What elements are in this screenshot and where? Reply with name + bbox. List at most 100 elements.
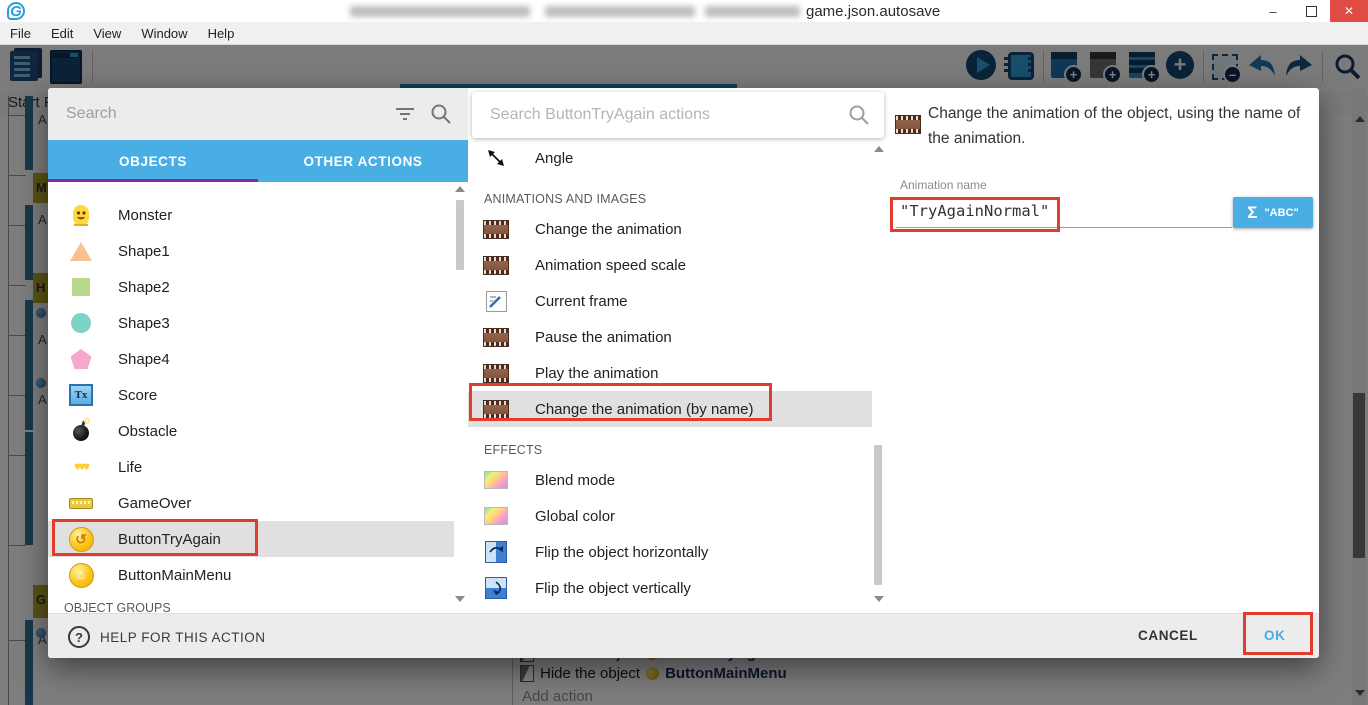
menu-file[interactable]: File: [0, 26, 41, 41]
scroll-up-icon[interactable]: [455, 186, 465, 192]
dialog-footer: ? HELP FOR THIS ACTION CANCEL OK: [48, 613, 1319, 658]
object-groups-header: OBJECT GROUPS: [48, 593, 454, 615]
menu-window[interactable]: Window: [131, 26, 197, 41]
restore-button[interactable]: [1292, 0, 1330, 22]
annotation-box-change-animation-by-name: [469, 383, 772, 421]
object-label: Monster: [118, 207, 172, 224]
object-label: Shape4: [118, 351, 170, 368]
angle-icon: [483, 147, 509, 169]
scroll-down-icon[interactable]: [874, 596, 884, 602]
blurred-title-text: [705, 6, 800, 17]
film-icon: [483, 328, 509, 347]
frame-edit-icon: [483, 291, 509, 312]
cancel-button[interactable]: CANCEL: [1138, 628, 1198, 643]
menu-edit[interactable]: Edit: [41, 26, 83, 41]
choose-action-dialog: OBJECTS OTHER ACTIONS Monster Shape1 Sha…: [48, 88, 1319, 658]
action-row-pause-animation[interactable]: Pause the animation: [468, 319, 872, 355]
text-object-icon: Tx: [68, 384, 94, 406]
pentagon-icon: [68, 349, 94, 369]
tab-objects[interactable]: OBJECTS: [48, 140, 258, 182]
flip-horizontal-icon: [483, 541, 509, 563]
home-button-icon: ⌂: [68, 563, 94, 588]
hearts-icon: ♥♥♥: [68, 461, 94, 473]
object-row-shape2[interactable]: Shape2: [48, 269, 454, 305]
object-label: ButtonMainMenu: [118, 567, 231, 584]
action-row-global-color[interactable]: Global color: [468, 498, 872, 534]
actions-scrollbar-thumb[interactable]: [874, 445, 882, 585]
object-row-gameover[interactable]: GameOver: [48, 485, 454, 521]
object-row-shape1[interactable]: Shape1: [48, 233, 454, 269]
film-icon: [895, 115, 921, 134]
object-row-shape4[interactable]: Shape4: [48, 341, 454, 377]
minimize-button[interactable]: –: [1254, 0, 1292, 22]
scroll-up-icon[interactable]: [874, 146, 884, 152]
section-effects: EFFECTS: [468, 427, 872, 462]
rainbow-icon: [483, 471, 509, 489]
help-icon: ?: [68, 626, 90, 648]
banner-icon: [68, 498, 94, 509]
help-label: HELP FOR THIS ACTION: [100, 630, 266, 645]
objects-scrollbar-thumb[interactable]: [456, 200, 464, 270]
rainbow-icon: [483, 507, 509, 525]
annotation-box-buttontryagain: [52, 519, 258, 556]
object-row-monster[interactable]: Monster: [48, 197, 454, 233]
action-row-change-animation[interactable]: Change the animation: [468, 211, 872, 247]
tab-objects-label: OBJECTS: [119, 154, 187, 169]
blurred-title-text: [350, 6, 530, 17]
menu-bar: File Edit View Window Help: [0, 22, 1368, 45]
object-row-obstacle[interactable]: Obstacle: [48, 413, 454, 449]
object-row-buttonmainmenu[interactable]: ⌂ ButtonMainMenu: [48, 557, 454, 593]
expression-editor-button[interactable]: Σ "ABC": [1233, 197, 1313, 228]
action-row-flip-vertically[interactable]: Flip the object vertically: [468, 570, 872, 606]
action-row-flip-horizontally[interactable]: Flip the object horizontally: [468, 534, 872, 570]
object-row-score[interactable]: Tx Score: [48, 377, 454, 413]
restore-icon: [1306, 6, 1317, 17]
action-label: Angle: [535, 150, 573, 167]
object-label: Shape3: [118, 315, 170, 332]
annotation-box-animation-name-field: [890, 197, 1060, 232]
object-row-shape3[interactable]: Shape3: [48, 305, 454, 341]
film-icon: [483, 364, 509, 383]
blurred-title-text: [545, 6, 695, 17]
object-label: Shape1: [118, 243, 170, 260]
actions-search-input[interactable]: [488, 105, 848, 125]
object-row-life[interactable]: ♥♥♥ Life: [48, 449, 454, 485]
objects-search-bar: [48, 88, 468, 140]
square-icon: [68, 278, 94, 296]
action-description: Change the animation of the object, usin…: [928, 101, 1319, 151]
scroll-down-icon[interactable]: [455, 596, 465, 602]
menu-help[interactable]: Help: [198, 26, 245, 41]
triangle-icon: [68, 242, 94, 261]
window-title: game.json.autosave: [806, 3, 940, 20]
search-icon[interactable]: [848, 104, 870, 126]
action-label: Blend mode: [535, 472, 615, 489]
sigma-icon: Σ: [1247, 203, 1257, 223]
filter-icon[interactable]: [394, 104, 416, 124]
monster-icon: [68, 203, 94, 228]
action-label: Current frame: [535, 293, 628, 310]
search-icon[interactable]: [430, 103, 452, 125]
action-label: Change the animation: [535, 221, 682, 238]
action-label: Animation speed scale: [535, 257, 686, 274]
animation-name-label: Animation name: [900, 178, 987, 192]
flip-vertical-icon: [483, 577, 509, 599]
circle-icon: [68, 313, 94, 333]
action-label: Flip the object vertically: [535, 580, 691, 597]
action-row-angle[interactable]: Angle: [468, 140, 872, 176]
action-label: Play the animation: [535, 365, 658, 382]
object-label: GameOver: [118, 495, 191, 512]
action-row-current-frame[interactable]: Current frame: [468, 283, 872, 319]
objects-search-input[interactable]: [64, 104, 394, 124]
close-button[interactable]: ✕: [1330, 0, 1368, 22]
section-animations-images: ANIMATIONS AND IMAGES: [468, 176, 872, 211]
object-label: Obstacle: [118, 423, 177, 440]
action-row-animation-speed-scale[interactable]: Animation speed scale: [468, 247, 872, 283]
tab-other-actions[interactable]: OTHER ACTIONS: [258, 140, 468, 182]
help-link[interactable]: ? HELP FOR THIS ACTION: [68, 626, 266, 648]
action-row-blend-mode[interactable]: Blend mode: [468, 462, 872, 498]
title-bar: G game.json.autosave – ✕: [0, 0, 1368, 22]
annotation-box-ok-button: [1243, 612, 1313, 655]
object-label: Life: [118, 459, 142, 476]
action-label: Global color: [535, 508, 615, 525]
menu-view[interactable]: View: [83, 26, 131, 41]
